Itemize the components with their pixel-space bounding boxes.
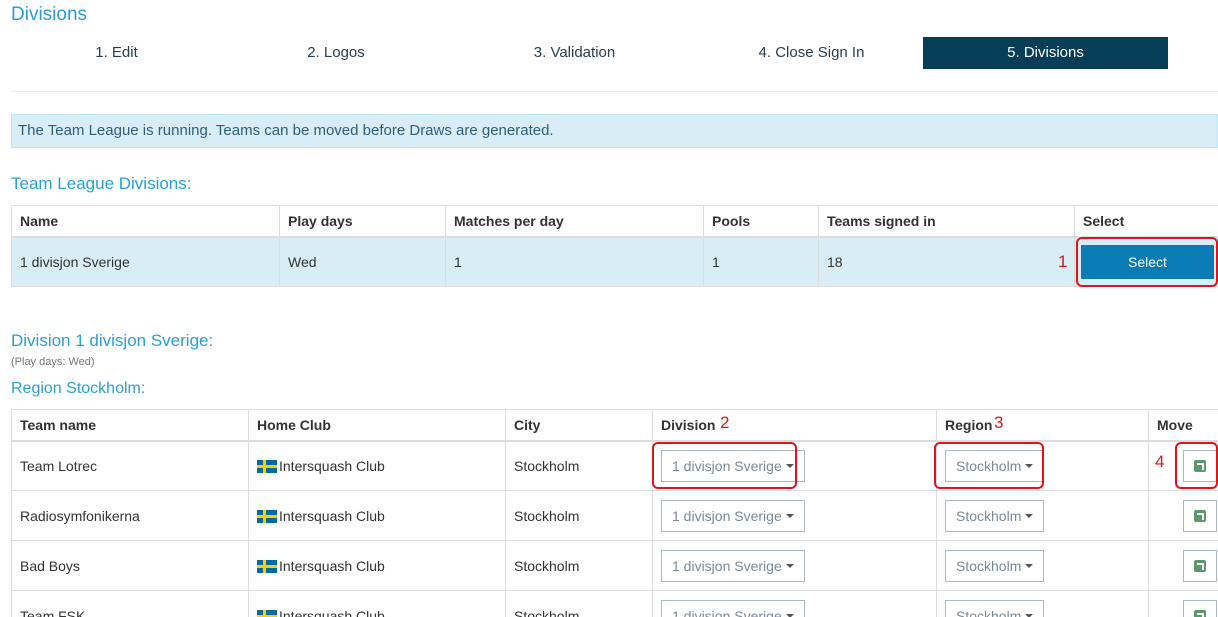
move-button[interactable] (1183, 549, 1217, 582)
callout-box-3 (934, 442, 1044, 489)
tab-divisions[interactable]: 5. Divisions (923, 37, 1168, 69)
city: Stockholm (505, 490, 653, 541)
teams-table: Team name Home Club City Division Region… (11, 409, 1218, 617)
tab-validation[interactable]: 3. Validation (439, 37, 710, 69)
col-division: Division (652, 409, 937, 442)
tab-logos[interactable]: 2. Logos (233, 37, 439, 69)
division-teams-signed-in: 18 (818, 236, 1075, 287)
region-dropdown[interactable]: Stockholm (945, 549, 1045, 582)
col-city: City (505, 409, 653, 442)
region-dropdown[interactable]: Stockholm (945, 599, 1045, 617)
table-row: Team FSK Intersquash Club Stockholm 1 di… (11, 590, 1218, 617)
home-club-cell: Intersquash Club (248, 490, 506, 541)
region-cell: Stockholm (936, 540, 1149, 591)
move-button[interactable] (1183, 599, 1217, 617)
caret-down-icon (1025, 513, 1034, 518)
col-pools: Pools (703, 205, 819, 238)
col-move: Move (1148, 409, 1218, 442)
col-select: Select (1074, 205, 1218, 238)
callout-box-4 (1175, 442, 1218, 489)
team-name: Radiosymfonikerna (11, 490, 249, 541)
info-alert: The Team League is running. Teams can be… (11, 114, 1218, 148)
team-name: Team Lotrec (11, 440, 249, 491)
region-dropdown-value: Stockholm (956, 607, 1022, 617)
sweden-flag-icon (257, 459, 277, 473)
city: Stockholm (505, 590, 653, 617)
table-row: Bad Boys Intersquash Club Stockholm 1 di… (11, 540, 1218, 591)
region-heading: Region Stockholm: (11, 380, 146, 397)
region-cell: Stockholm (936, 490, 1149, 541)
division-dropdown[interactable]: 1 divisjon Sverige (661, 499, 805, 532)
callout-box-2 (652, 442, 797, 489)
home-club-cell: Intersquash Club (248, 540, 506, 591)
caret-down-icon (785, 563, 794, 568)
city: Stockholm (505, 540, 653, 591)
divisions-table: Name Play days Matches per day Pools Tea… (11, 205, 1218, 287)
home-club-cell: Intersquash Club (248, 590, 506, 617)
col-home-club: Home Club (248, 409, 506, 442)
callout-number-1: 1 (1058, 252, 1068, 271)
col-teams-signed-in: Teams signed in (818, 205, 1075, 238)
division-dropdown[interactable]: 1 divisjon Sverige (661, 549, 805, 582)
callout-number-2: 2 (720, 413, 730, 432)
table-row: 1 divisjon Sverige Wed 1 1 18 Select (11, 236, 1218, 287)
divider (11, 91, 1218, 92)
table-row: Radiosymfonikerna Intersquash Club Stock… (11, 490, 1218, 541)
region-dropdown-value: Stockholm (956, 507, 1022, 524)
caret-down-icon (1025, 563, 1034, 568)
col-matches-per-day: Matches per day (445, 205, 704, 238)
wizard-steps: 1. Edit 2. Logos 3. Validation 4. Close … (0, 37, 1218, 69)
page-title: Divisions (11, 4, 88, 25)
region-cell: Stockholm (936, 590, 1149, 617)
division-dropdown-value: 1 divisjon Sverige (672, 557, 782, 574)
caret-down-icon (785, 513, 794, 518)
move-cell (1148, 540, 1218, 591)
move-icon (1194, 509, 1206, 522)
col-name: Name (11, 205, 280, 238)
team-name: Team FSK (11, 590, 249, 617)
col-team-name: Team name (11, 409, 249, 442)
division-cell: 1 divisjon Sverige (652, 490, 937, 541)
home-club-cell: Intersquash Club (248, 440, 506, 491)
caret-down-icon (1025, 613, 1034, 617)
caret-down-icon (785, 613, 794, 617)
move-cell (1148, 590, 1218, 617)
col-region: Region (936, 409, 1149, 442)
divisions-heading: Team League Divisions: (11, 174, 192, 193)
callout-number-3: 3 (994, 413, 1004, 432)
division-name: 1 divisjon Sverige (11, 236, 280, 287)
home-club-name: Intersquash Club (279, 557, 385, 574)
division-dropdown[interactable]: 1 divisjon Sverige (661, 599, 805, 617)
division-dropdown-value: 1 divisjon Sverige (672, 507, 782, 524)
division-cell: 1 divisjon Sverige (652, 540, 937, 591)
region-dropdown[interactable]: Stockholm (945, 499, 1045, 532)
tab-edit[interactable]: 1. Edit (0, 37, 233, 69)
move-icon (1194, 559, 1206, 572)
home-club-name: Intersquash Club (279, 457, 385, 474)
play-days-note: (Play days: Wed) (11, 356, 95, 368)
callout-number-4: 4 (1155, 452, 1165, 471)
division-detail-heading: Division 1 divisjon Sverige: (11, 331, 214, 350)
table-header-row: Name Play days Matches per day Pools Tea… (11, 205, 1218, 238)
division-matches-per-day: 1 (445, 236, 704, 287)
division-cell: 1 divisjon Sverige (652, 590, 937, 617)
home-club-name: Intersquash Club (279, 507, 385, 524)
region-dropdown-value: Stockholm (956, 557, 1022, 574)
division-pools: 1 (703, 236, 819, 287)
division-dropdown-value: 1 divisjon Sverige (672, 607, 782, 617)
division-play-days: Wed (279, 236, 446, 287)
move-icon (1194, 609, 1206, 617)
home-club-name: Intersquash Club (279, 607, 385, 617)
sweden-flag-icon (257, 559, 277, 573)
tab-close-sign-in[interactable]: 4. Close Sign In (710, 37, 913, 69)
table-header-row: Team name Home Club City Division Region… (11, 409, 1218, 442)
move-cell (1148, 490, 1218, 541)
team-name: Bad Boys (11, 540, 249, 591)
city: Stockholm (505, 440, 653, 491)
sweden-flag-icon (257, 509, 277, 523)
callout-box-1 (1076, 237, 1218, 287)
col-play-days: Play days (279, 205, 446, 238)
move-button[interactable] (1183, 499, 1217, 532)
sweden-flag-icon (257, 609, 277, 617)
